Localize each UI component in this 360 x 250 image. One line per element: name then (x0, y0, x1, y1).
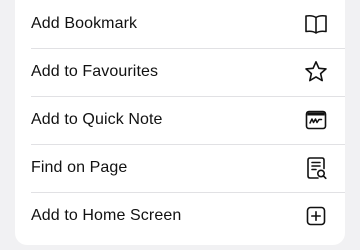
menu-item-find-on-page[interactable]: Find on Page (15, 144, 345, 192)
menu-item-add-to-favourites[interactable]: Add to Favourites (15, 48, 345, 96)
quick-note-icon (303, 107, 329, 133)
menu-item-label: Add Bookmark (31, 15, 138, 32)
menu-item-add-to-home-screen[interactable]: Add to Home Screen (15, 192, 345, 240)
menu-item-label: Find on Page (31, 159, 128, 176)
menu-item-label: Add to Home Screen (31, 207, 182, 224)
star-icon (303, 59, 329, 85)
menu-item-add-to-quick-note[interactable]: Add to Quick Note (15, 96, 345, 144)
share-menu: Add Bookmark Add to Favourites Add to Qu… (15, 0, 345, 245)
menu-item-label: Add to Quick Note (31, 111, 163, 128)
menu-item-label: Add to Favourites (31, 63, 159, 80)
menu-item-add-bookmark[interactable]: Add Bookmark (15, 0, 345, 48)
book-icon (303, 11, 329, 37)
find-document-icon (303, 155, 329, 181)
plus-square-icon (303, 203, 329, 229)
